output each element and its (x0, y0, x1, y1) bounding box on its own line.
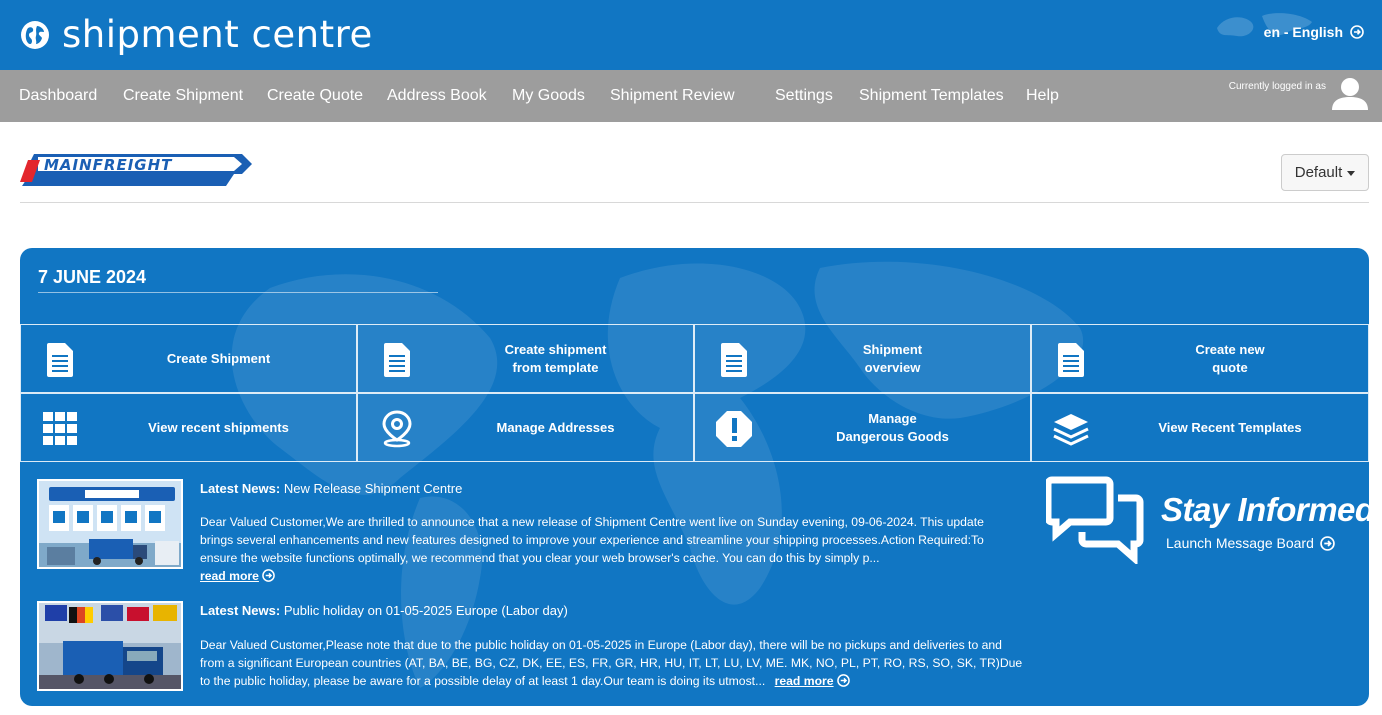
tile-shipment-overview[interactable]: Shipment overview (694, 324, 1031, 393)
nav-my-goods[interactable]: My Goods (512, 70, 585, 122)
news-prefix: Latest News: (200, 481, 281, 496)
nav-shipment-review[interactable]: Shipment Review (610, 70, 735, 122)
tile-label: View recent shipments (148, 419, 289, 435)
language-selector[interactable]: en - English (1264, 24, 1364, 40)
nav-address-book[interactable]: Address Book (387, 70, 487, 122)
news-body-holiday: Dear Valued Customer,Please note that du… (200, 636, 1028, 690)
divider (20, 202, 1369, 203)
news-title: New Release Shipment Centre (283, 481, 463, 496)
tile-manage-addresses[interactable]: Manage Addresses (357, 393, 694, 462)
nav-dashboard[interactable]: Dashboard (19, 70, 97, 122)
view-selector-label: Default (1294, 164, 1343, 181)
dashboard-panel: 7 JUNE 2024 Create Shipment Create shipm… (20, 248, 1369, 706)
stay-informed-block: Stay Informed Launch Message Board (1046, 476, 1369, 566)
arrow-circle-right-icon (262, 569, 275, 582)
document-icon (47, 343, 73, 377)
arrow-circle-right-icon (1350, 25, 1364, 39)
tile-view-recent-shipments[interactable]: View recent shipments (20, 393, 357, 462)
tile-create-shipment-from-template[interactable]: Create shipment from template (357, 324, 694, 393)
news-title: Public holiday on 01-05-2025 Europe (Lab… (283, 603, 568, 618)
nav-create-quote[interactable]: Create Quote (267, 70, 363, 122)
tile-label: Create shipment from template (504, 341, 607, 375)
language-label: en - English (1263, 24, 1343, 40)
view-selector-dropdown[interactable]: Default (1281, 154, 1369, 191)
svg-text:MAINFREIGHT: MAINFREIGHT (44, 156, 173, 174)
nav-create-shipment[interactable]: Create Shipment (123, 70, 243, 122)
nav-help[interactable]: Help (1026, 70, 1059, 122)
tile-create-new-quote[interactable]: Create new quote (1031, 324, 1369, 393)
tile-label: Shipment overview (862, 341, 923, 375)
document-icon (721, 343, 747, 377)
logged-in-label: Currently logged in as (1228, 81, 1326, 92)
arrow-circle-right-icon (836, 674, 850, 687)
caret-down-icon (1347, 171, 1356, 176)
news-headline-holiday: Latest News: Public holiday on 01-05-202… (200, 603, 568, 618)
stay-informed-heading: Stay Informed (1161, 491, 1369, 528)
tile-label: Create Shipment (166, 350, 271, 366)
tile-label: Manage Dangerous Goods (836, 410, 949, 444)
shipment-centre-preview-image (39, 481, 181, 567)
tile-view-recent-templates[interactable]: View Recent Templates (1031, 393, 1369, 462)
document-icon (384, 343, 410, 377)
document-icon (1058, 343, 1084, 377)
nav-shipment-templates[interactable]: Shipment Templates (859, 70, 1004, 122)
news-prefix: Latest News: (200, 603, 281, 618)
main-nav: Dashboard Create Shipment Create Quote A… (0, 70, 1382, 122)
news-headline-release: Latest News: New Release Shipment Centre (200, 481, 462, 496)
map-pin-icon (382, 410, 412, 448)
date-underline (38, 292, 438, 293)
panel-date: 7 JUNE 2024 (38, 267, 147, 287)
app-title: shipment centre (62, 13, 373, 56)
grid-icon (43, 412, 77, 445)
globe-icon (21, 21, 49, 49)
news-thumbnail-release[interactable] (37, 479, 183, 569)
tile-create-shipment[interactable]: Create Shipment (20, 324, 357, 393)
launch-message-board-label: Launch Message Board (1166, 535, 1314, 551)
nav-settings[interactable]: Settings (775, 70, 833, 122)
truck-with-flags-image (39, 603, 181, 689)
news-thumbnail-holiday[interactable] (37, 601, 183, 691)
arrow-circle-right-icon (1320, 535, 1335, 551)
app-brand[interactable]: shipment centre (20, 12, 373, 58)
news-text: Dear Valued Customer,Please note that du… (200, 638, 1023, 688)
launch-message-board-link[interactable]: Launch Message Board (1166, 535, 1335, 551)
mainfreight-logo: MAINFREIGHT (20, 154, 252, 186)
chat-bubbles-icon (1046, 476, 1144, 564)
tile-label: View Recent Templates (1158, 419, 1302, 435)
user-avatar-icon[interactable] (1330, 76, 1370, 110)
read-more-link[interactable]: read more (200, 569, 259, 583)
news-body-release: Dear Valued Customer,We are thrilled to … (200, 513, 1020, 585)
layers-icon (1053, 414, 1089, 446)
tile-manage-dangerous-goods[interactable]: Manage Dangerous Goods (694, 393, 1031, 462)
read-more-link[interactable]: read more (775, 674, 834, 688)
news-text: Dear Valued Customer,We are thrilled to … (200, 515, 984, 565)
exclamation-icon (716, 411, 752, 447)
tile-label: Create new quote (1195, 341, 1265, 375)
top-header: shipment centre en - English (0, 0, 1382, 70)
tile-label: Manage Addresses (496, 419, 615, 435)
